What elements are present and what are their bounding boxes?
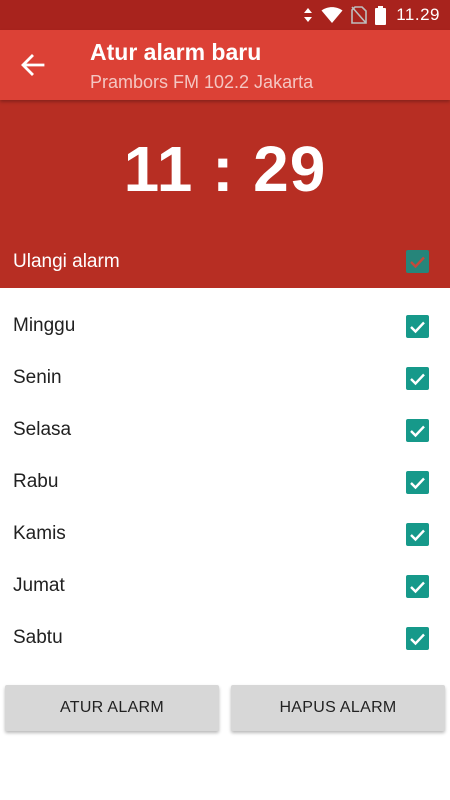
alarm-time-display[interactable]: 11 : 29 [0,132,450,206]
day-label: Kamis [13,523,66,544]
data-transfer-icon [303,0,313,30]
check-icon [410,256,425,268]
day-row-sabtu[interactable]: Sabtu [0,612,450,664]
no-sim-icon [351,0,368,30]
arrow-left-icon [21,54,45,76]
day-checkbox-rabu[interactable] [406,471,429,494]
check-icon [410,581,425,593]
check-icon [410,529,425,541]
day-label: Minggu [13,315,76,336]
day-checkbox-minggu[interactable] [406,315,429,338]
delete-alarm-button[interactable]: HAPUS ALARM [231,685,445,731]
day-row-kamis[interactable]: Kamis [0,508,450,560]
day-label: Senin [13,367,62,388]
page-title: Atur alarm baru [90,39,262,65]
wifi-icon [321,0,343,30]
check-icon [410,321,425,333]
day-label: Selasa [13,419,72,440]
day-checkbox-senin[interactable] [406,367,429,390]
repeat-alarm-checkbox[interactable] [406,250,429,273]
day-checkbox-jumat[interactable] [406,575,429,598]
day-row-minggu[interactable]: Minggu [0,300,450,352]
day-label: Rabu [13,471,59,492]
day-list: Minggu Senin Selasa Rabu Kamis Jumat Sab… [0,300,450,664]
day-row-selasa[interactable]: Selasa [0,404,450,456]
check-icon [410,633,425,645]
day-row-senin[interactable]: Senin [0,352,450,404]
day-label: Jumat [13,575,65,596]
page-subtitle: Prambors FM 102.2 Jakarta [90,72,314,92]
check-icon [410,425,425,437]
day-label: Sabtu [13,627,63,648]
repeat-alarm-row[interactable]: Ulangi alarm [0,242,450,286]
check-icon [410,477,425,489]
day-checkbox-selasa[interactable] [406,419,429,442]
check-icon [410,373,425,385]
repeat-alarm-label: Ulangi alarm [13,251,120,272]
alarm-header-panel: 11 : 29 Ulangi alarm [0,100,450,288]
battery-icon [375,0,387,30]
set-alarm-button[interactable]: ATUR ALARM [5,685,219,731]
back-button[interactable] [18,52,48,78]
app-bar: Atur alarm baru Prambors FM 102.2 Jakart… [0,30,450,100]
day-checkbox-sabtu[interactable] [406,627,429,650]
day-row-jumat[interactable]: Jumat [0,560,450,612]
day-checkbox-kamis[interactable] [406,523,429,546]
status-time: 11.29 [396,5,440,24]
status-bar: 11.29 [0,0,450,30]
day-row-rabu[interactable]: Rabu [0,456,450,508]
